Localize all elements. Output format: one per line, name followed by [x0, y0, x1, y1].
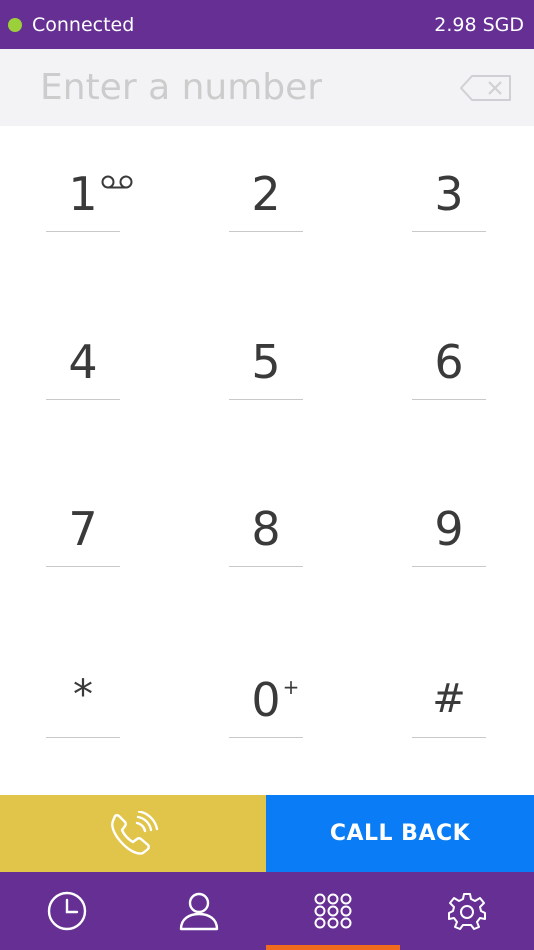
backspace-icon[interactable]	[460, 75, 512, 101]
tab-history[interactable]	[0, 872, 134, 950]
key-0-label: 0	[251, 673, 281, 727]
key-5-label: 5	[251, 335, 281, 389]
status-bar: Connected 2.98 SGD	[0, 0, 534, 49]
key-4-label: 4	[68, 335, 98, 389]
number-input[interactable]	[40, 57, 440, 118]
keypad-icon	[314, 893, 352, 929]
key-8[interactable]: 8	[229, 495, 303, 567]
key-star[interactable]: *	[46, 666, 120, 738]
key-6[interactable]: 6	[412, 328, 486, 400]
connection-label: Connected	[32, 13, 135, 36]
key-3-label: 3	[434, 167, 464, 221]
tab-settings[interactable]	[400, 872, 534, 950]
key-4[interactable]: 4	[46, 328, 120, 400]
keypad: 1 2 3 4 5 6 7 8 9 * 0 + #	[0, 126, 534, 795]
tab-keypad[interactable]	[266, 872, 400, 950]
key-2-label: 2	[251, 167, 281, 221]
settings-icon	[448, 893, 486, 930]
callback-button[interactable]: CALL BACK	[266, 795, 534, 872]
call-button[interactable]	[0, 795, 266, 872]
key-5[interactable]: 5	[229, 328, 303, 400]
key-2[interactable]: 2	[229, 160, 303, 232]
connection-status: Connected	[8, 14, 134, 36]
key-9-label: 9	[434, 502, 464, 556]
key-hash[interactable]: #	[412, 666, 486, 738]
key-1[interactable]: 1	[46, 160, 133, 232]
key-7[interactable]: 7	[46, 495, 120, 567]
tab-contacts[interactable]	[132, 872, 266, 950]
key-8-label: 8	[251, 502, 281, 556]
key-3[interactable]: 3	[412, 160, 486, 232]
key-9[interactable]: 9	[412, 495, 486, 567]
key-star-label: *	[73, 672, 93, 718]
key-1-label: 1	[68, 167, 98, 221]
call-actions: CALL BACK	[0, 795, 534, 872]
phone-call-icon	[111, 810, 159, 855]
key-hash-label: #	[432, 676, 466, 722]
key-0-plus: +	[282, 675, 300, 699]
number-entry-bar	[0, 49, 534, 126]
contacts-icon	[179, 892, 219, 931]
connection-dot-icon	[8, 17, 22, 32]
tab-bar	[0, 872, 534, 950]
key-6-label: 6	[434, 335, 464, 389]
balance-label: 2.98 SGD	[434, 13, 524, 36]
voicemail-icon	[101, 175, 133, 189]
key-7-label: 7	[68, 502, 98, 556]
key-0[interactable]: 0 +	[229, 666, 303, 738]
history-icon	[47, 891, 87, 931]
